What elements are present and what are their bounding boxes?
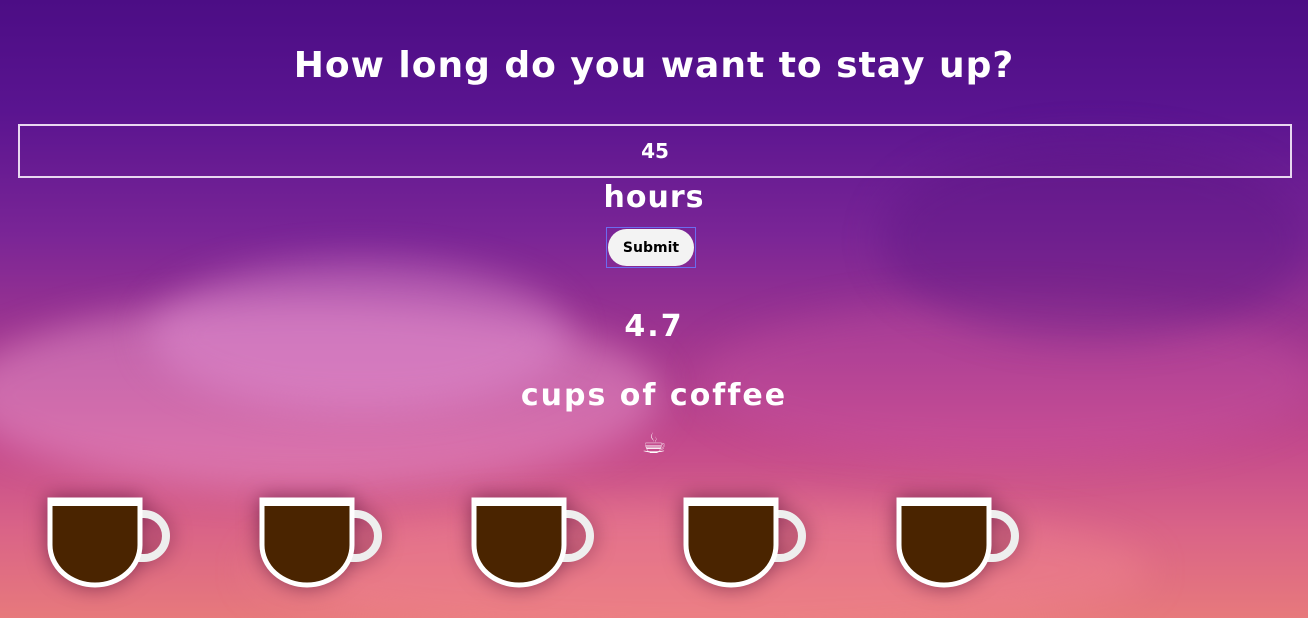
submit-button-focus-ring: Submit — [606, 227, 696, 268]
coffee-cup-icon — [471, 497, 594, 588]
coffee-cup-icon — [896, 497, 1019, 588]
hours-input[interactable] — [18, 124, 1292, 178]
result-unit-label: cups of coffee — [520, 378, 788, 413]
coffee-cup-icon — [683, 497, 806, 588]
coffee-emoji-icon: ☕ — [641, 427, 667, 460]
coffee-cup-icon — [259, 497, 382, 588]
coffee-cups-row — [0, 490, 1308, 600]
submit-button[interactable]: Submit — [608, 229, 694, 266]
hours-label: hours — [603, 180, 705, 215]
page-title: How long do you want to stay up? — [293, 45, 1015, 86]
result-value: 4.7 — [624, 309, 684, 344]
coffee-cup-icon — [47, 497, 170, 588]
